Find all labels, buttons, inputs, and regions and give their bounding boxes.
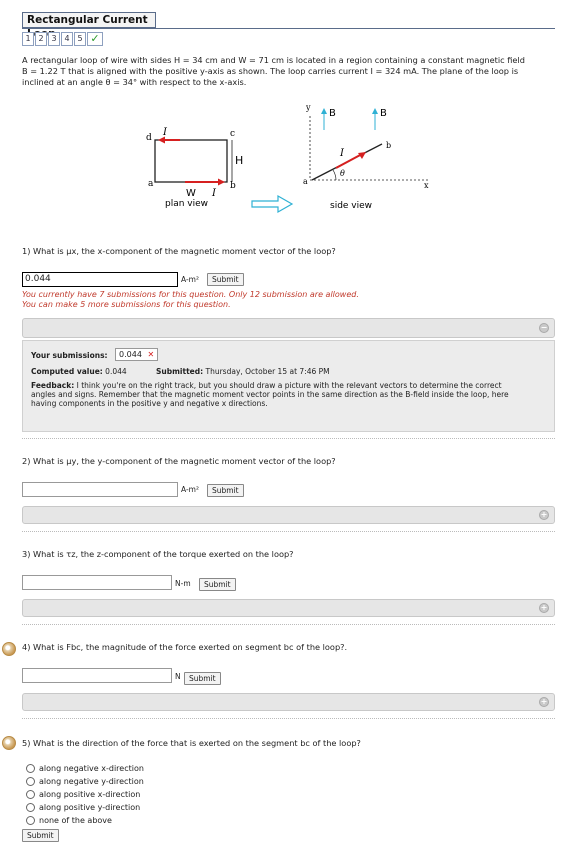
step-3[interactable]: 3 xyxy=(48,32,60,46)
label-c: c xyxy=(230,129,235,139)
collapse-icon[interactable]: − xyxy=(539,323,549,333)
problem-figure: d c a b H I W I plan view y x B B I b a … xyxy=(140,100,440,222)
question-3-submit-button[interactable]: Submit xyxy=(199,578,236,591)
question-5-submit-button[interactable]: Submit xyxy=(22,829,59,842)
radio-button[interactable] xyxy=(26,790,35,799)
label-theta: θ xyxy=(340,169,345,178)
option-positive-x[interactable]: along positive x-direction xyxy=(26,790,140,799)
your-submissions-label: Your submissions: xyxy=(31,351,108,360)
feedback-line-2: angles and signs. Remember that the magn… xyxy=(31,390,509,399)
step-navigation: 1 2 3 4 5 ✓ xyxy=(22,32,104,46)
hint-badge-icon xyxy=(2,736,16,750)
plan-view-label: plan view xyxy=(165,199,208,209)
separator xyxy=(22,438,555,439)
option-positive-y[interactable]: along positive y-direction xyxy=(26,803,140,812)
question-2-submit-button[interactable]: Submit xyxy=(207,484,244,497)
option-label: along negative x-direction xyxy=(39,764,144,773)
title-rule xyxy=(22,28,555,29)
problem-statement: A rectangular loop of wire with sides H … xyxy=(22,55,558,88)
label-B-1: B xyxy=(329,108,336,119)
problem-line-2: B = 1.22 T that is aligned with the posi… xyxy=(22,66,519,76)
question-2-text: 2) What is μy, the y-component of the ma… xyxy=(22,456,336,466)
label-b: b xyxy=(230,181,236,191)
computed-value: 0.044 xyxy=(105,367,127,376)
question-3-panel[interactable]: + xyxy=(22,599,555,617)
option-none[interactable]: none of the above xyxy=(26,816,112,825)
label-a-side: a xyxy=(303,177,308,186)
separator xyxy=(22,531,555,532)
expand-icon[interactable]: + xyxy=(539,603,549,613)
question-1-unit: A-m² xyxy=(181,275,199,284)
step-1[interactable]: 1 xyxy=(22,32,34,46)
option-label: along positive y-direction xyxy=(39,803,141,812)
question-1-text: 1) What is μx, the x-component of the ma… xyxy=(22,246,336,256)
submissions-warning-2: You can make 5 more submissions for this… xyxy=(22,300,231,309)
step-4[interactable]: 4 xyxy=(61,32,73,46)
label-a: a xyxy=(148,179,154,189)
expand-icon[interactable]: + xyxy=(539,510,549,520)
problem-line-3: inclined at an angle θ = 34° with respec… xyxy=(22,77,247,87)
question-2-input[interactable] xyxy=(22,482,178,497)
radio-button[interactable] xyxy=(26,816,35,825)
label-d: d xyxy=(146,133,152,143)
feedback-label: Feedback: xyxy=(31,381,75,390)
step-5[interactable]: 5 xyxy=(74,32,86,46)
label-B-2: B xyxy=(380,108,387,119)
hint-badge-icon xyxy=(2,642,16,656)
submitted-time: Thursday, October 15 at 7:46 PM xyxy=(205,367,330,376)
expand-icon[interactable]: + xyxy=(539,697,549,707)
radio-button[interactable] xyxy=(26,764,35,773)
label-b-side: b xyxy=(386,141,391,150)
label-H: H xyxy=(235,154,243,167)
option-negative-y[interactable]: along negative y-direction xyxy=(26,777,144,786)
loop-diagram: d c a b H I W I plan view y x B B I b a … xyxy=(146,103,430,214)
submitted-label: Submitted: xyxy=(156,367,204,376)
option-label: none of the above xyxy=(39,816,112,825)
problem-line-1: A rectangular loop of wire with sides H … xyxy=(22,55,525,65)
question-2-unit: A-m² xyxy=(181,485,199,494)
axis-x-label: x xyxy=(424,181,429,190)
label-I-side: I xyxy=(339,148,345,159)
page-title: Rectangular Current Loop xyxy=(22,12,156,40)
feedback-line-1: I think you're on the right track, but y… xyxy=(76,381,502,390)
question-1-submit-button[interactable]: Submit xyxy=(207,273,244,286)
question-4-submit-button[interactable]: Submit xyxy=(184,672,221,685)
question-3-text: 3) What is τz, the z-component of the to… xyxy=(22,549,294,559)
separator xyxy=(22,718,555,719)
step-2[interactable]: 2 xyxy=(35,32,47,46)
option-negative-x[interactable]: along negative x-direction xyxy=(26,764,144,773)
checkmark-icon[interactable]: ✓ xyxy=(87,32,103,46)
radio-button[interactable] xyxy=(26,777,35,786)
question-4-text: 4) What is Fbc, the magnitude of the for… xyxy=(22,642,348,652)
feedback-line-3: having components in the positive y and … xyxy=(31,399,268,408)
question-4-unit: N xyxy=(175,672,181,681)
label-W: W xyxy=(186,188,196,199)
label-I-bottom: I xyxy=(211,188,217,199)
label-I-top: I xyxy=(162,127,168,138)
question-2-panel[interactable]: + xyxy=(22,506,555,524)
radio-button[interactable] xyxy=(26,803,35,812)
question-3-unit: N-m xyxy=(175,579,191,588)
question-4-panel[interactable]: + xyxy=(22,693,555,711)
side-view-label: side view xyxy=(330,201,372,211)
question-4-input[interactable] xyxy=(22,668,172,683)
question-3-input[interactable] xyxy=(22,575,172,590)
question-5-text: 5) What is the direction of the force th… xyxy=(22,738,361,748)
question-1-panel-header[interactable]: − xyxy=(22,318,555,338)
incorrect-icon: ✕ xyxy=(147,350,155,359)
option-label: along positive x-direction xyxy=(39,790,141,799)
transition-arrow-icon xyxy=(251,194,294,214)
axis-y-label: y xyxy=(305,103,311,112)
question-1-input[interactable]: 0.044 xyxy=(22,272,178,287)
separator xyxy=(22,624,555,625)
submissions-warning-1: You currently have 7 submissions for thi… xyxy=(22,290,359,299)
computed-label: Computed value: xyxy=(31,367,103,376)
feedback-text: Feedback: I think you're on the right tr… xyxy=(31,381,551,408)
question-1-feedback-panel: Your submissions: 0.044 ✕ Computed value… xyxy=(22,340,555,432)
submitted-value: 0.044 ✕ xyxy=(115,348,159,361)
option-label: along negative y-direction xyxy=(39,777,144,786)
submitted-value-text: 0.044 xyxy=(119,350,142,359)
